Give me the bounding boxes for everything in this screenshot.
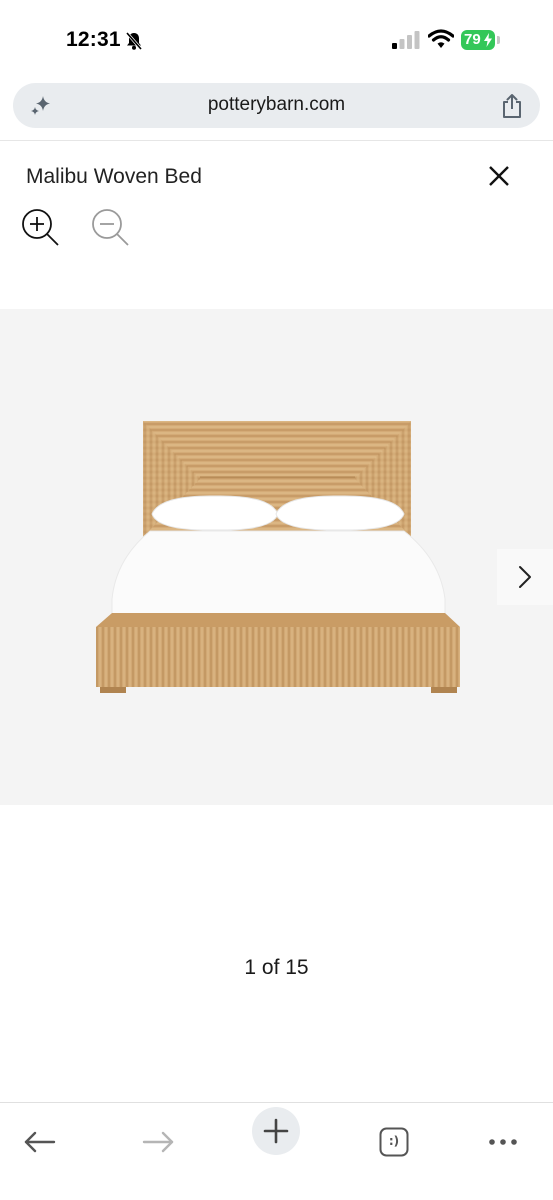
more-button[interactable]	[480, 1115, 528, 1163]
forward-button[interactable]	[134, 1115, 182, 1163]
forward-arrow-icon[interactable]	[134, 1115, 182, 1163]
status-bar: 12:31 79	[0, 0, 553, 80]
wifi-icon	[428, 29, 454, 48]
charging-bolt-icon	[484, 33, 492, 47]
battery-indicator: 79	[461, 30, 495, 50]
url-text[interactable]: potterybarn.com	[13, 94, 540, 116]
close-icon[interactable]	[486, 163, 512, 189]
browser-toolbar: :)	[0, 1102, 553, 1200]
product-image	[96, 421, 460, 693]
battery-tip	[497, 36, 500, 44]
new-tab-plus-icon[interactable]	[252, 1107, 300, 1155]
back-button[interactable]	[16, 1115, 64, 1163]
chevron-right-icon[interactable]	[514, 565, 536, 589]
address-bar[interactable]: potterybarn.com	[13, 83, 540, 128]
image-counter: 1 of 15	[244, 956, 309, 979]
battery-level: 79	[464, 31, 481, 48]
new-tab-button[interactable]	[252, 1107, 300, 1155]
zoom-in-icon[interactable]	[20, 207, 62, 249]
tabs-label: :)	[388, 1134, 400, 1148]
more-icon[interactable]	[480, 1115, 528, 1163]
divider	[0, 140, 553, 141]
bell-slash-icon	[125, 32, 143, 50]
cellular-signal-icon	[392, 31, 420, 49]
status-time: 12:31	[66, 28, 121, 51]
image-stage[interactable]	[0, 309, 553, 805]
share-icon[interactable]	[500, 93, 524, 119]
product-title: Malibu Woven Bed	[26, 165, 202, 188]
zoom-out-icon[interactable]	[90, 207, 132, 249]
next-image-button[interactable]	[497, 549, 553, 605]
tabs-button[interactable]: :)	[370, 1115, 418, 1163]
back-arrow-icon[interactable]	[16, 1115, 64, 1163]
